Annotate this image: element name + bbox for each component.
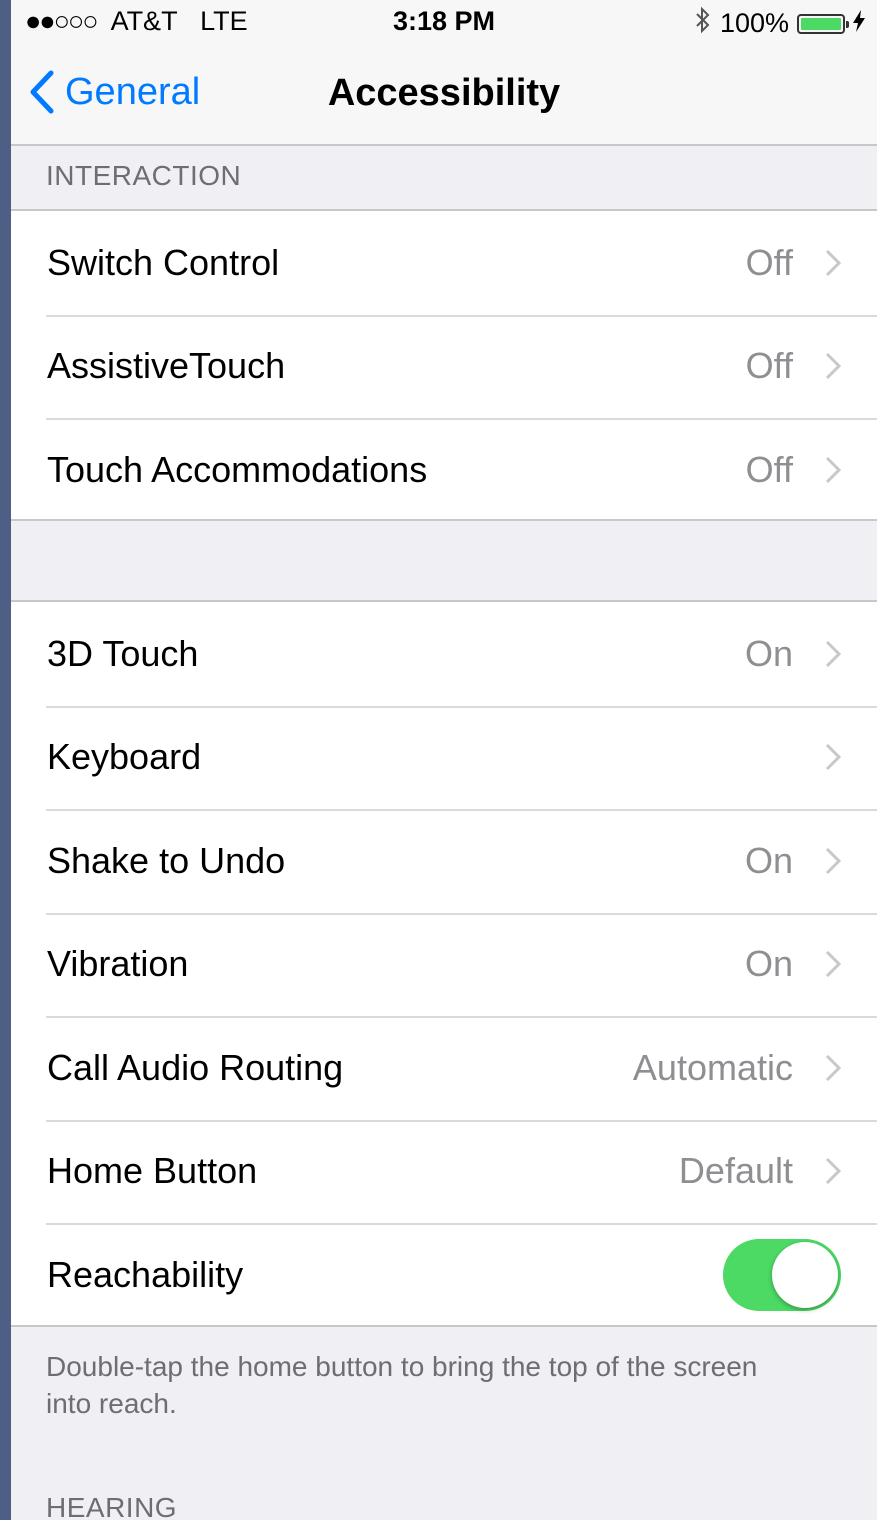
row-value: Automatic bbox=[632, 1046, 793, 1088]
row-value: Default bbox=[678, 1150, 793, 1192]
row-value: Off bbox=[745, 241, 793, 283]
status-bar: ●●○○○ AT&T LTE 3:18 PM 100% bbox=[11, 0, 877, 44]
battery-icon bbox=[797, 13, 849, 34]
row-label: Shake to Undo bbox=[47, 839, 286, 881]
row-label: Touch Accommodations bbox=[47, 448, 428, 490]
row-keyboard[interactable]: Keyboard bbox=[11, 705, 877, 810]
reachability-toggle[interactable] bbox=[723, 1238, 841, 1311]
row-value: On bbox=[744, 632, 793, 674]
row-touch-accommodations[interactable]: Touch Accommodations Off bbox=[11, 418, 877, 522]
battery-fill bbox=[801, 17, 841, 30]
row-label: Keyboard bbox=[47, 736, 202, 778]
chevron-right-icon bbox=[825, 249, 841, 276]
section-header-hearing: HEARING bbox=[46, 1492, 178, 1520]
reachability-footnote: Double-tap the home button to bring the … bbox=[46, 1351, 758, 1419]
row-3d-touch[interactable]: 3D Touch On bbox=[11, 602, 877, 706]
row-value: On bbox=[744, 943, 793, 985]
row-vibration[interactable]: Vibration On bbox=[11, 912, 877, 1017]
bolt-icon bbox=[853, 8, 865, 39]
settings-screen: ●●○○○ AT&T LTE 3:18 PM 100% General Acce… bbox=[11, 0, 877, 1520]
chevron-right-icon bbox=[825, 1158, 841, 1185]
bluetooth-icon bbox=[694, 6, 712, 41]
row-call-audio-routing[interactable]: Call Audio Routing Automatic bbox=[11, 1016, 877, 1120]
row-value: Off bbox=[745, 448, 793, 490]
toggle-knob bbox=[772, 1241, 838, 1308]
row-switch-control[interactable]: Switch Control Off bbox=[11, 211, 877, 315]
chevron-right-icon bbox=[825, 847, 841, 874]
navigation-bar: General Accessibility bbox=[11, 44, 877, 146]
row-label: AssistiveTouch bbox=[47, 345, 286, 387]
row-assistivetouch[interactable]: AssistiveTouch Off bbox=[11, 314, 877, 419]
row-label: Call Audio Routing bbox=[47, 1046, 344, 1088]
chevron-right-icon bbox=[825, 1054, 841, 1081]
interaction-group: Switch Control Off AssistiveTouch Off To… bbox=[11, 209, 877, 521]
section-header-interaction: INTERACTION bbox=[46, 160, 242, 191]
row-label: Reachability bbox=[47, 1253, 244, 1295]
battery-percent: 100% bbox=[719, 8, 789, 38]
status-right: 100% bbox=[694, 6, 865, 41]
page-title: Accessibility bbox=[327, 72, 561, 114]
row-label: Switch Control bbox=[47, 241, 280, 283]
row-label: 3D Touch bbox=[47, 632, 199, 674]
chevron-right-icon bbox=[825, 456, 841, 483]
touch-settings-group: 3D Touch On Keyboard Shake to Undo On Vi… bbox=[11, 600, 877, 1327]
row-label: Home Button bbox=[47, 1150, 258, 1192]
row-value: Off bbox=[745, 345, 793, 387]
row-reachability: Reachability bbox=[11, 1223, 877, 1327]
chevron-right-icon bbox=[825, 951, 841, 978]
row-shake-to-undo[interactable]: Shake to Undo On bbox=[11, 809, 877, 913]
row-value: On bbox=[744, 839, 793, 881]
chevron-right-icon bbox=[825, 744, 841, 771]
row-home-button[interactable]: Home Button Default bbox=[11, 1119, 877, 1224]
chevron-right-icon bbox=[825, 353, 841, 380]
chevron-right-icon bbox=[825, 640, 841, 667]
row-label: Vibration bbox=[47, 943, 189, 985]
